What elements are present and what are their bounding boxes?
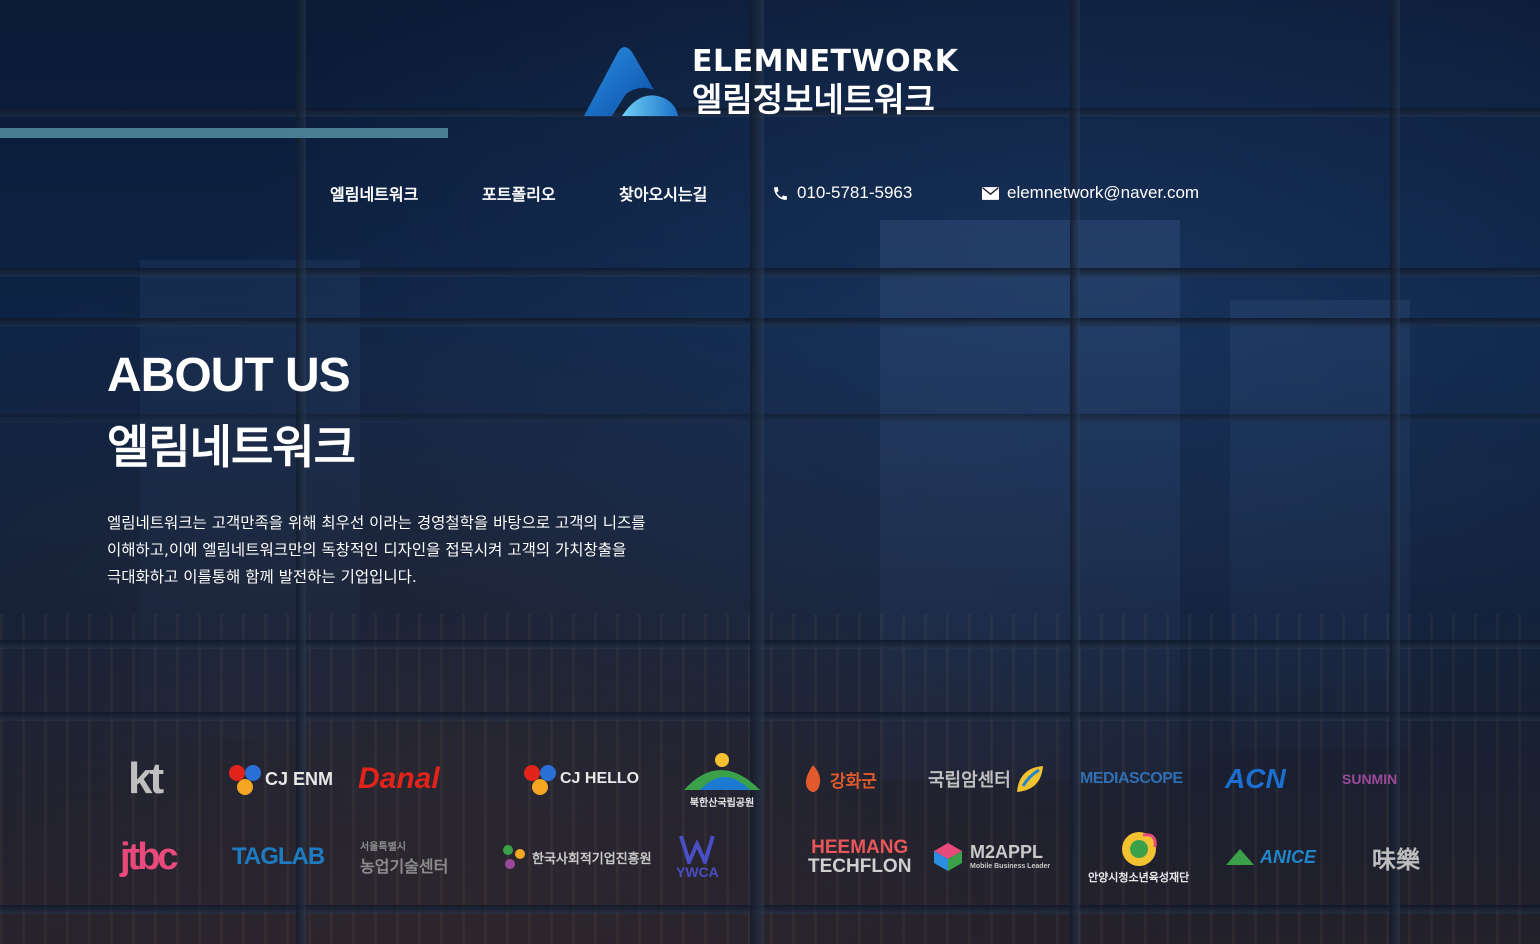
partner-row: kt CJ ENM Danal CJ HELLO 북한산국립공원 강화군 국립암… [110,740,1470,818]
partner-logo-heemang: HEEMANG TECHFLON [808,837,912,877]
about-section: ABOUT US 엘림네트워크 엘림네트워크는 고객만족을 위해 최우선 이라는… [107,352,707,591]
about-description: 엘림네트워크는 고객만족을 위해 최우선 이라는 경영철학을 바탕으로 고객의 … [107,510,707,591]
brand-name-ko: 엘림정보네트워크 [692,79,935,119]
partner-logo-anice: ANICE [1224,845,1316,869]
partner-logo-ganghwa: 강화군 [800,763,877,795]
site-logo[interactable]: ELEMNETWORK 엘림정보네트워크 [582,44,958,118]
flame-icon [805,765,821,792]
ywca-icon [679,835,716,864]
partner-logo-m2appl: M2APPL Mobile Business Leader [932,841,1050,873]
youth-foundation-icon [1121,832,1157,866]
phone-number: 010-5781-5963 [797,183,913,202]
partner-logo-danal: Danal [358,762,440,795]
leaf-icon [1016,766,1043,792]
brand-name-en: ELEMNETWORK [692,43,959,79]
logo-mark-icon [584,47,678,116]
nav-item-directions[interactable]: 찾아오시는길 [619,181,707,205]
cube-icon [934,843,962,871]
nav-item-portfolio[interactable]: 포트폴리오 [482,181,556,205]
partner-logo-bukhansan: 북한산국립공원 [680,750,764,809]
people-icon [503,845,525,869]
phone-icon [774,186,787,200]
partner-logo-ywca: YWCA [676,834,719,880]
description-line: 엘림네트워크는 고객만족을 위해 최우선 이라는 경영철학을 바탕으로 고객의 … [107,514,646,532]
partner-logo-acn: ACN [1225,763,1286,794]
partner-logo-jtbc: jtbc [120,835,179,878]
nav-item-elemnetwork[interactable]: 엘림네트워크 [330,181,418,205]
partner-logo-cj-hello: CJ HELLO [520,759,639,799]
about-subtitle: 엘림네트워크 [107,420,356,474]
partner-logo-taglab: TAGLAB [232,843,325,870]
email-contact[interactable]: elemnetwork@naver.com [982,183,1199,203]
partner-row: jtbc TAGLAB 서울특별시 농업기술센터 한국사회적기업진흥원 YWCA… [110,818,1470,896]
partner-logo-agri-center: 서울특별시 농업기술센터 [360,841,449,876]
partner-logo-sunmin: SUNMIN [1342,771,1398,787]
about-title: ABOUT US [107,349,351,402]
cj-logo-icon [229,765,261,795]
partner-logo-mediascope: MEDIASCOPE [1080,770,1183,787]
anice-icon [1226,849,1254,865]
mail-icon [982,186,999,200]
partner-logo-cj-enm: CJ ENM [225,759,333,799]
description-line: 극대화하고 이를통해 함께 발전하는 기업입니다. [107,568,417,586]
email-address: elemnetwork@naver.com [1007,183,1200,202]
phone-contact[interactable]: 010-5781-5963 [772,183,912,203]
mountain-icon [684,752,760,790]
partner-logo-anyang: 안양시청소년육성재단 [1088,829,1189,885]
description-line: 이해하고,이에 엘림네트워크만의 독창적인 디자인을 접목시켜 고객의 가치창출… [107,541,627,559]
cj-logo-icon [524,765,556,795]
partner-logos: kt CJ ENM Danal CJ HELLO 북한산국립공원 강화군 국립암… [110,740,1470,896]
partner-logo-ncc: 국립암센터 [928,764,1045,794]
partner-logo-social-enterprise: 한국사회적기업진흥원 [498,842,652,872]
partner-logo-kt: kt [128,754,164,803]
partner-logo-miraks: 味樂 [1372,846,1420,874]
